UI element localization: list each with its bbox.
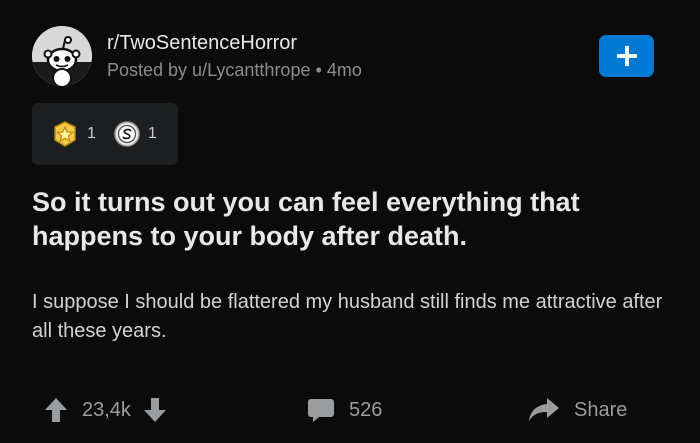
comments-button[interactable]: 526 — [307, 390, 382, 430]
post-body: I suppose I should be flattered my husba… — [32, 291, 663, 342]
awards-panel[interactable]: 1 1 — [32, 103, 178, 165]
post-meta: r/TwoSentenceHorror Posted by u/Lycantth… — [107, 31, 362, 82]
post-card: r/TwoSentenceHorror Posted by u/Lycantth… — [0, 0, 700, 443]
share-arrow-icon — [529, 398, 559, 421]
award-count: 1 — [147, 125, 157, 142]
silver-coin-award-icon — [114, 121, 140, 147]
post-age: 4mo — [326, 59, 362, 80]
upvote-arrow-icon[interactable] — [44, 397, 68, 423]
action-bar: 23,4k 526 Share — [0, 390, 700, 430]
award-count: 1 — [87, 125, 96, 142]
posted-by-line: Posted by u/Lycantthrope • 4mo — [107, 58, 362, 82]
share-button[interactable]: Share — [528, 390, 627, 430]
award-silver[interactable]: 1 — [114, 121, 157, 147]
meta-separator: • — [315, 59, 322, 80]
join-button[interactable] — [599, 35, 654, 77]
comment-count: 526 — [349, 398, 383, 421]
subreddit-name[interactable]: r/TwoSentenceHorror — [107, 31, 362, 55]
downvote-arrow-icon[interactable] — [143, 397, 167, 423]
comment-bubble-icon — [308, 399, 334, 422]
post-title[interactable]: So it turns out you can feel everything … — [32, 185, 652, 253]
snoo-icon — [32, 26, 92, 86]
award-star[interactable]: 1 — [51, 120, 96, 148]
share-label: Share — [574, 398, 628, 421]
author-link[interactable]: Posted by u/Lycantthrope — [107, 60, 310, 80]
post-header: r/TwoSentenceHorror Posted by u/Lycantth… — [32, 26, 362, 86]
subreddit-avatar[interactable] — [32, 26, 92, 86]
plus-icon — [616, 46, 637, 66]
vote-controls: 23,4k — [44, 390, 167, 430]
vote-count: 23,4k — [82, 398, 131, 421]
star-award-icon — [54, 121, 76, 147]
